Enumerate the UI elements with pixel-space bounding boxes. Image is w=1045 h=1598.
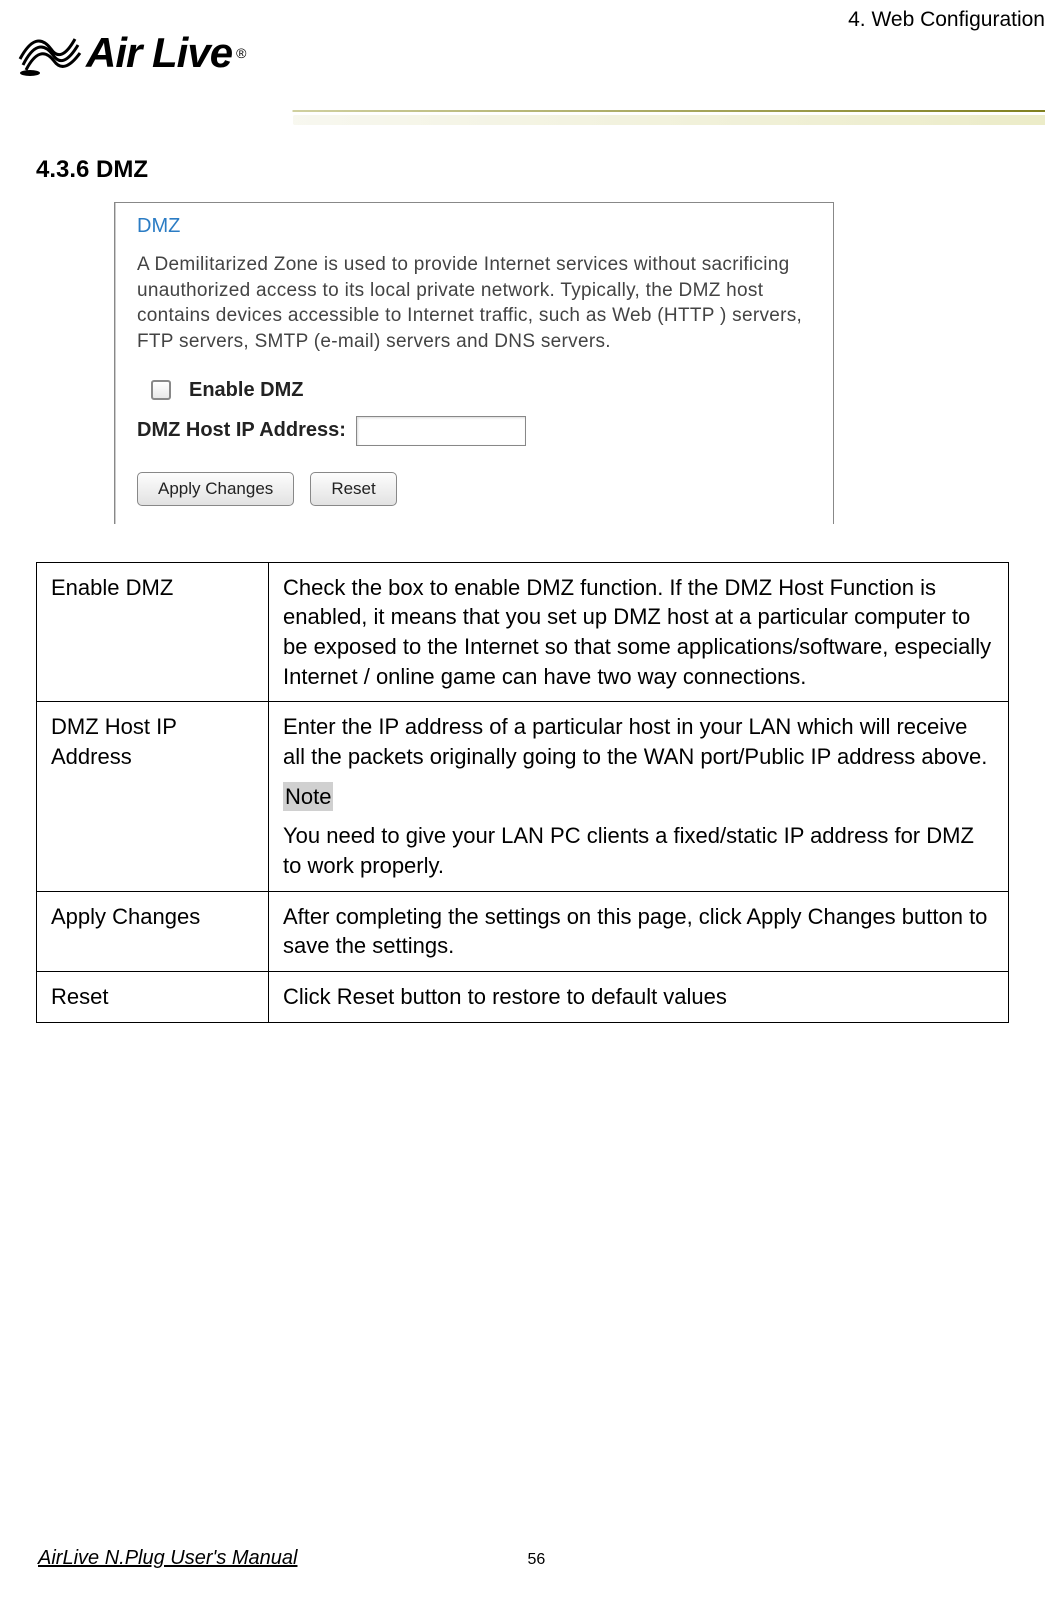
table-row: Apply Changes After completing the setti… bbox=[37, 891, 1009, 971]
row-label: Reset bbox=[37, 972, 269, 1023]
enable-dmz-label: Enable DMZ bbox=[189, 379, 303, 402]
page-footer: AirLive N.Plug User's Manual 56 bbox=[38, 1547, 1007, 1570]
desc-part2: You need to give your LAN PC clients a f… bbox=[283, 821, 994, 880]
config-screenshot: DMZ A Demilitarized Zone is used to prov… bbox=[114, 202, 834, 524]
table-row: Enable DMZ Check the box to enable DMZ f… bbox=[37, 562, 1009, 702]
panel-title: DMZ bbox=[137, 211, 811, 238]
reset-button[interactable]: Reset bbox=[310, 472, 396, 506]
row-label: Apply Changes bbox=[37, 891, 269, 971]
row-label: DMZ Host IP Address bbox=[37, 702, 269, 891]
row-desc: Enter the IP address of a particular hos… bbox=[269, 702, 1009, 891]
row-desc: Check the box to enable DMZ function. If… bbox=[269, 562, 1009, 702]
dmz-host-ip-input[interactable] bbox=[356, 416, 526, 446]
enable-dmz-checkbox[interactable] bbox=[151, 380, 171, 400]
button-row: Apply Changes Reset bbox=[137, 472, 811, 506]
apply-changes-button[interactable]: Apply Changes bbox=[137, 472, 294, 506]
registered-mark: ® bbox=[236, 45, 246, 61]
row-desc: After completing the settings on this pa… bbox=[269, 891, 1009, 971]
table-row: Reset Click Reset button to restore to d… bbox=[37, 972, 1009, 1023]
dmz-host-ip-label: DMZ Host IP Address: bbox=[137, 419, 346, 442]
header-accent-band bbox=[293, 115, 1045, 125]
desc-part1: Enter the IP address of a particular hos… bbox=[283, 712, 994, 771]
page-number: 56 bbox=[527, 1551, 545, 1569]
section-heading: 4.3.6 DMZ bbox=[36, 156, 1009, 184]
page-header: 4. Web Configuration Air Live ® bbox=[0, 0, 1045, 130]
table-row: DMZ Host IP Address Enter the IP address… bbox=[37, 702, 1009, 891]
row-desc: Click Reset button to restore to default… bbox=[269, 972, 1009, 1023]
enable-dmz-row: Enable DMZ bbox=[151, 379, 811, 402]
breadcrumb: 4. Web Configuration bbox=[848, 8, 1045, 32]
wave-icon bbox=[18, 25, 83, 80]
page-content: 4.3.6 DMZ DMZ A Demilitarized Zone is us… bbox=[0, 130, 1045, 1023]
brand-logo: Air Live ® bbox=[18, 25, 246, 80]
dmz-host-ip-row: DMZ Host IP Address: bbox=[137, 416, 811, 446]
header-divider bbox=[0, 110, 1045, 112]
manual-title: AirLive N.Plug User's Manual bbox=[38, 1547, 297, 1570]
logo-text: Air Live bbox=[86, 29, 232, 77]
note-label: Note bbox=[283, 782, 333, 812]
description-table: Enable DMZ Check the box to enable DMZ f… bbox=[36, 562, 1009, 1023]
row-label: Enable DMZ bbox=[37, 562, 269, 702]
panel-description: A Demilitarized Zone is used to provide … bbox=[137, 252, 811, 355]
